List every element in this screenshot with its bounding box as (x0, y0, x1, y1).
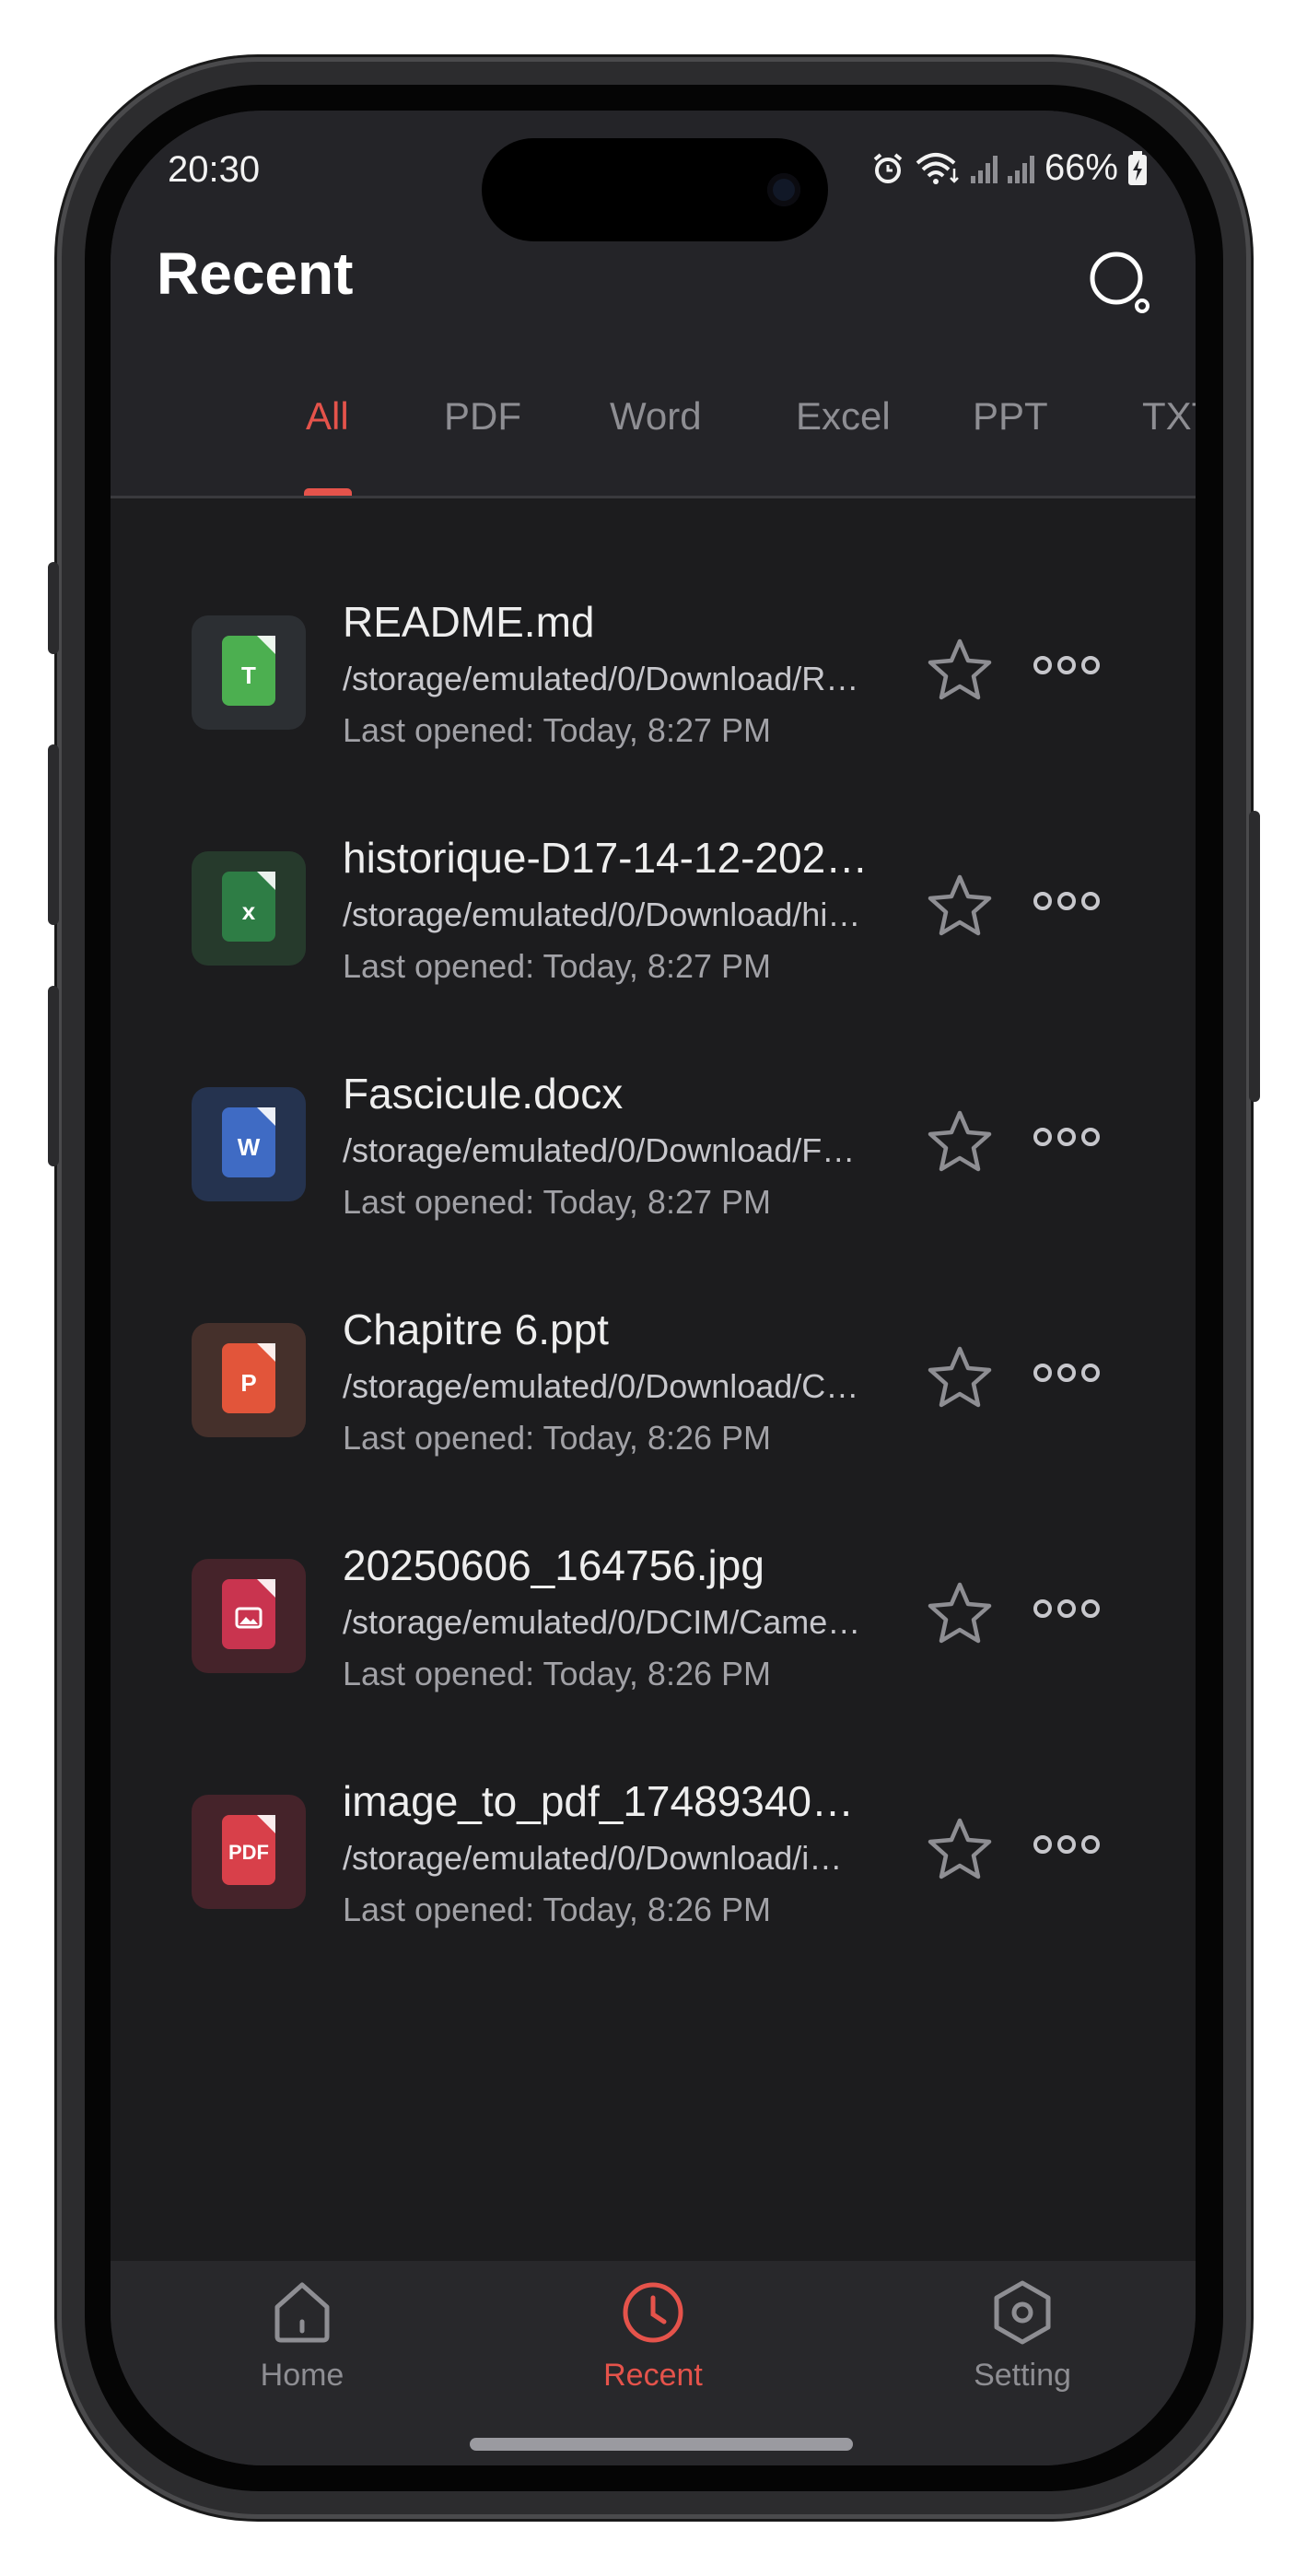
last-opened-time: Last opened: Today, 8:27 PM (343, 711, 771, 749)
file-type-icon-excel: x (192, 851, 306, 966)
file-name: README.md (343, 598, 595, 646)
tab-all[interactable]: All (306, 394, 349, 439)
star-icon[interactable] (923, 1577, 997, 1651)
nav-recent[interactable]: Recent (543, 2279, 764, 2394)
star-icon[interactable] (923, 1813, 997, 1887)
list-item[interactable]: W Fascicule.docx/storage/emulated/0/Downl… (111, 1052, 1196, 1282)
star-icon[interactable] (923, 1341, 997, 1415)
image-file-icon (222, 1579, 275, 1649)
battery-percent: 66% (1044, 147, 1118, 188)
file-name: historique-D17-14-12-2024.xlsx (343, 834, 877, 882)
status-time: 20:30 (168, 149, 261, 190)
file-type-icon-ppt: P (192, 1323, 306, 1437)
list-item[interactable]: T README.md/storage/emulated/0/Download/R… (111, 580, 1196, 811)
more-options-icon[interactable] (1032, 1826, 1102, 1863)
file-path: /storage/emulated/0/Download/image_to_pd… (343, 1839, 868, 1877)
file-name: image_to_pdf_1748934000.pdf (343, 1777, 877, 1825)
volume-up-button (48, 744, 59, 925)
excel-file-icon: x (222, 872, 275, 942)
list-item[interactable]: PDF image_to_pdf_1748934000.pdf/storage/e… (111, 1760, 1196, 1990)
alarm-icon (873, 152, 903, 183)
more-options-icon[interactable] (1032, 883, 1102, 919)
clock-icon (623, 2282, 683, 2343)
tab-txt[interactable]: TXT (1142, 394, 1196, 439)
last-opened-time: Last opened: Today, 8:27 PM (343, 947, 771, 985)
more-options-icon[interactable] (1032, 1354, 1102, 1391)
file-path: /storage/emulated/0/Download/Fascicule.d… (343, 1131, 868, 1169)
app-screen: 20:30 66% Recent All PDF Word Excel PPT … (111, 111, 1196, 2465)
last-opened-time: Last opened: Today, 8:26 PM (343, 1655, 771, 1692)
home-indicator (470, 2438, 853, 2451)
file-type-icon-pdf: PDF (192, 1795, 306, 1909)
status-icons: 66% (871, 147, 1148, 189)
word-file-icon: W (222, 1107, 275, 1177)
bottom-navigation: Home Recent Setting (111, 2261, 1196, 2465)
power-button (1249, 811, 1260, 1102)
file-type-icon-image (192, 1559, 306, 1673)
nav-home[interactable]: Home (192, 2279, 413, 2394)
file-type-icon-txt: T (192, 615, 306, 730)
page-title: Recent (157, 240, 354, 307)
pdf-file-icon: PDF (222, 1815, 275, 1885)
ppt-file-icon: P (222, 1343, 275, 1413)
tab-word[interactable]: Word (610, 394, 702, 439)
search-icon[interactable] (1085, 247, 1159, 321)
action-button (48, 562, 59, 654)
last-opened-time: Last opened: Today, 8:27 PM (343, 1183, 771, 1221)
hexagon-settings-icon (994, 2280, 1051, 2345)
file-name: Chapitre 6.ppt (343, 1306, 609, 1353)
dynamic-island (482, 138, 828, 241)
star-icon[interactable] (923, 1106, 997, 1179)
wifi-icon (916, 152, 959, 184)
file-path: /storage/emulated/0/Download/historique-… (343, 896, 868, 933)
file-type-icon-word: W (192, 1087, 306, 1201)
tab-ppt[interactable]: PPT (973, 394, 1048, 439)
more-options-icon[interactable] (1032, 647, 1102, 684)
list-item[interactable]: x historique-D17-14-12-2024.xlsx/storage/… (111, 816, 1196, 1047)
battery-charging-icon (1128, 150, 1147, 185)
file-name: 20250606_164756.jpg (343, 1541, 764, 1589)
nav-setting[interactable]: Setting (912, 2279, 1133, 2394)
list-item[interactable]: P Chapitre 6.ppt/storage/emulated/0/Downl… (111, 1288, 1196, 1518)
camera-icon (767, 173, 800, 206)
file-path: /storage/emulated/0/Download/README.md (343, 660, 868, 697)
file-name: Fascicule.docx (343, 1070, 624, 1118)
volume-down-button (48, 986, 59, 1166)
nav-setting-label: Setting (974, 2358, 1071, 2393)
more-options-icon[interactable] (1032, 1118, 1102, 1155)
filter-tabs: All PDF Word Excel PPT TXT (111, 341, 1196, 498)
signal-icon-2 (1007, 155, 1034, 183)
star-icon[interactable] (923, 634, 997, 708)
tab-pdf[interactable]: PDF (444, 394, 521, 439)
nav-recent-label: Recent (603, 2358, 703, 2393)
file-path: /storage/emulated/0/DCIM/Camera/20250606… (343, 1603, 868, 1641)
more-options-icon[interactable] (1032, 1590, 1102, 1627)
tab-divider (111, 496, 1196, 498)
nav-home-label: Home (260, 2358, 344, 2393)
star-icon[interactable] (923, 870, 997, 943)
tab-excel[interactable]: Excel (796, 394, 891, 439)
home-icon (274, 2282, 330, 2343)
txt-file-icon: T (222, 636, 275, 706)
last-opened-time: Last opened: Today, 8:26 PM (343, 1891, 771, 1928)
signal-icon-1 (970, 155, 998, 183)
last-opened-time: Last opened: Today, 8:26 PM (343, 1419, 771, 1457)
file-path: /storage/emulated/0/Download/Chapitre 6.… (343, 1367, 868, 1405)
list-item[interactable]: 20250606_164756.jpg/storage/emulated/0/D… (111, 1524, 1196, 1754)
